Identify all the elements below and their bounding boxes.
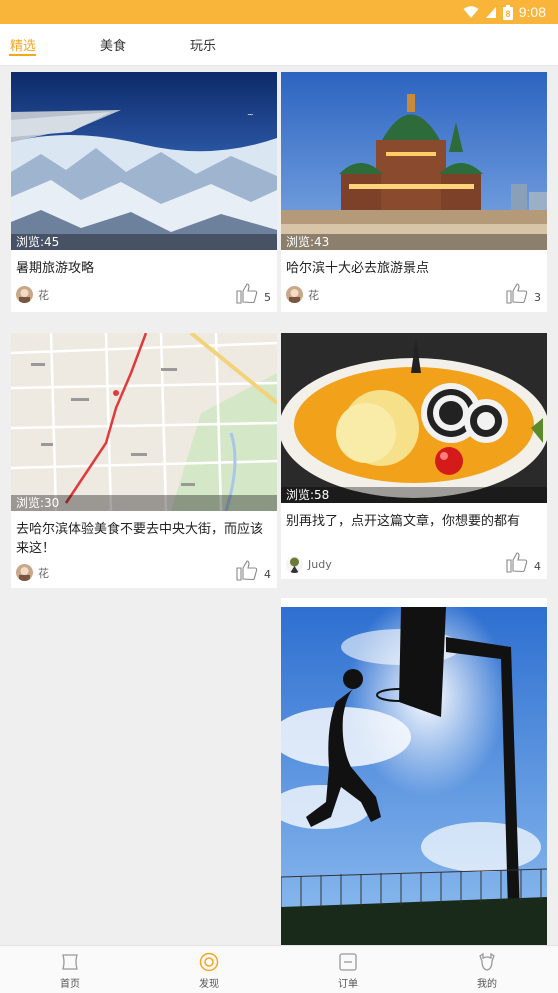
nav-home[interactable]: 首页: [40, 952, 100, 990]
nav-orders-label: 订单: [338, 979, 358, 990]
card-author: 花: [16, 564, 49, 581]
card-author: 花: [16, 286, 49, 303]
article-card[interactable]: 浏览:30 去哈尔滨体验美食不要去中央大街，而应该来这！ 花 4: [11, 333, 277, 588]
avatar: [286, 556, 303, 573]
view-count: 浏览:58: [281, 487, 547, 503]
card-image-dessert: 浏览:58: [281, 333, 547, 503]
battery-icon: 8: [502, 4, 513, 20]
avatar: [16, 564, 33, 581]
like-count: 4: [264, 568, 271, 581]
discover-icon: [199, 952, 219, 972]
nav-home-label: 首页: [60, 979, 80, 990]
tab-featured[interactable]: 精选: [10, 35, 36, 54]
tab-fun[interactable]: 玩乐: [190, 35, 216, 54]
article-card[interactable]: 浏览:43 哈尔滨十大必去旅游景点 花 3: [281, 72, 547, 312]
thumbs-up-icon: [506, 552, 528, 573]
nav-profile[interactable]: 我的: [457, 952, 517, 990]
view-count: 浏览:45: [11, 234, 277, 250]
article-card[interactable]: ~ 浏览:45 暑期旅游攻略 花 5: [11, 72, 277, 312]
profile-icon: [479, 952, 495, 971]
like-button[interactable]: 4: [506, 551, 541, 573]
card-author: Judy: [286, 556, 332, 573]
like-button[interactable]: 5: [236, 282, 271, 304]
card-image-mountains: ~ 浏览:45: [11, 72, 277, 250]
card-author: 花: [286, 286, 319, 303]
article-card[interactable]: 浏览:58 别再找了，点开这篇文章，你想要的都有 Judy 4: [281, 333, 547, 579]
card-title: 暑期旅游攻略: [16, 261, 95, 276]
nav-discover[interactable]: 发现: [179, 952, 239, 990]
nav-discover-label: 发现: [199, 979, 219, 990]
nav-profile-label: 我的: [477, 979, 497, 990]
author-name: Judy: [308, 558, 332, 571]
author-name: 花: [308, 288, 319, 302]
card-image-basketball: [281, 607, 547, 945]
avatar: [286, 286, 303, 303]
home-icon: [62, 954, 78, 970]
view-count: 浏览:43: [281, 234, 547, 250]
nav-orders[interactable]: 订单: [318, 952, 378, 990]
like-count: 3: [534, 291, 541, 304]
card-image-cathedral: 浏览:43: [281, 72, 547, 250]
status-bar: 8 9:08: [0, 0, 558, 24]
thumbs-up-icon: [236, 560, 258, 581]
card-title: 去哈尔滨体验美食不要去中央大街，而应该来这！: [16, 522, 264, 556]
like-count: 4: [534, 560, 541, 573]
like-button[interactable]: 4: [236, 559, 271, 581]
article-card[interactable]: [281, 598, 547, 945]
bottom-nav: 首页 发现 订单 我的: [0, 945, 558, 993]
tab-food[interactable]: 美食: [100, 35, 126, 54]
card-title: 哈尔滨十大必去旅游景点: [286, 261, 430, 276]
author-name: 花: [38, 288, 49, 302]
author-name: 花: [38, 566, 49, 580]
order-icon: [339, 953, 357, 971]
wifi-icon: [463, 5, 479, 18]
card-title: 别再找了，点开这篇文章，你想要的都有: [286, 514, 521, 529]
like-count: 5: [264, 291, 271, 304]
thumbs-up-icon: [236, 283, 258, 304]
tab-active-indicator: [9, 54, 36, 56]
svg-text:8: 8: [505, 9, 510, 19]
signal-icon: [485, 6, 496, 18]
view-count: 浏览:30: [11, 495, 277, 511]
svg-text:~: ~: [247, 110, 254, 119]
avatar: [16, 286, 33, 303]
status-time: 9:08: [518, 4, 546, 20]
card-image-map: 浏览:30: [11, 333, 277, 511]
category-tabs: 精选 美食 玩乐: [0, 24, 558, 66]
like-button[interactable]: 3: [506, 282, 541, 304]
thumbs-up-icon: [506, 283, 528, 304]
